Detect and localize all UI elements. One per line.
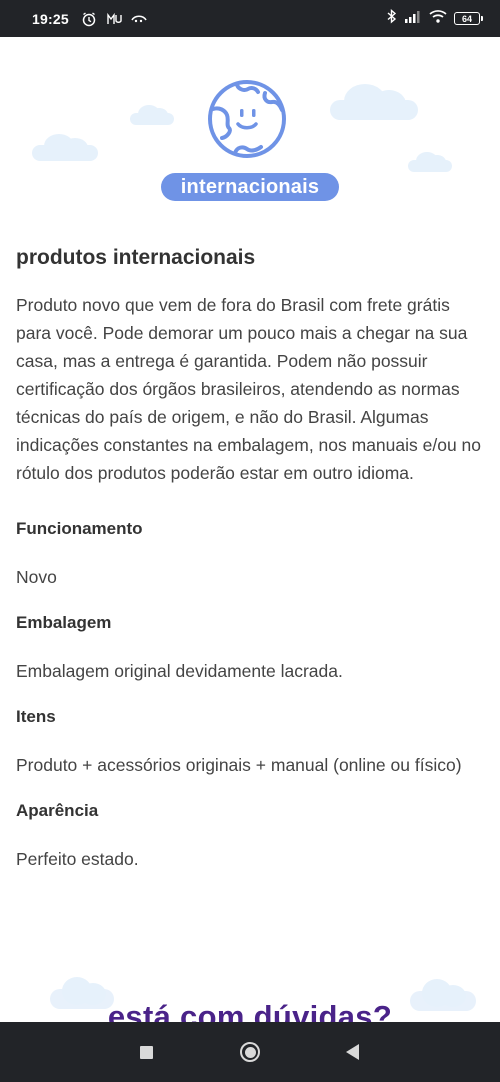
- notification-icons: [81, 11, 147, 27]
- back-button[interactable]: [322, 1022, 382, 1082]
- status-bar: 19:25 64: [0, 0, 500, 37]
- spec-value: Novo: [16, 567, 57, 587]
- smiling-globe-icon: [207, 79, 287, 159]
- spec-item: Embalagem Embalagem original devidamente…: [16, 611, 486, 685]
- bluetooth-icon: [387, 8, 397, 29]
- system-icons: 64: [387, 8, 483, 29]
- back-triangle-icon: [345, 1044, 359, 1060]
- spec-value: Embalagem original devidamente lacrada.: [16, 661, 343, 681]
- spec-label: Embalagem: [16, 613, 112, 632]
- home-circle-icon: [240, 1042, 260, 1062]
- home-button[interactable]: [220, 1022, 280, 1082]
- questions-section: está com dúvidas?: [0, 975, 500, 1023]
- spec-label: Funcionamento: [16, 519, 143, 538]
- recents-button[interactable]: [116, 1022, 176, 1082]
- signal-icon: [404, 10, 422, 28]
- spec-item: Aparência Perfeito estado.: [16, 799, 486, 873]
- app-notification-icon: [106, 12, 122, 26]
- international-hero: internacionais: [0, 37, 500, 232]
- cloud-decoration: [32, 134, 98, 161]
- internacionais-badge: internacionais: [161, 173, 339, 201]
- cloud-decoration: [408, 152, 452, 172]
- battery-icon: 64: [454, 12, 483, 25]
- navigation-bar: [0, 1022, 500, 1082]
- cloud-decoration: [330, 84, 418, 120]
- description-text: Produto novo que vem de fora do Brasil c…: [16, 295, 482, 483]
- spec-item: Funcionamento Novo: [16, 517, 486, 591]
- status-time: 19:25: [32, 10, 69, 27]
- questions-heading: está com dúvidas?: [107, 999, 393, 1023]
- square-icon: [139, 1045, 153, 1059]
- spec-value: Produto + acessórios originais + manual …: [16, 755, 462, 775]
- spec-label: Aparência: [16, 801, 99, 820]
- wifi-icon: [429, 9, 447, 28]
- product-info-content: produtos internacionais Produto novo que…: [16, 232, 486, 873]
- app-notification-icon: [131, 13, 147, 25]
- cloud-decoration: [130, 105, 174, 125]
- spec-value: Perfeito estado.: [16, 849, 139, 869]
- alarm-icon: [81, 11, 97, 27]
- spec-item: Itens Produto + acessórios originais + m…: [16, 705, 486, 779]
- spec-label: Itens: [16, 707, 56, 726]
- section-title: produtos internacionais: [16, 246, 256, 269]
